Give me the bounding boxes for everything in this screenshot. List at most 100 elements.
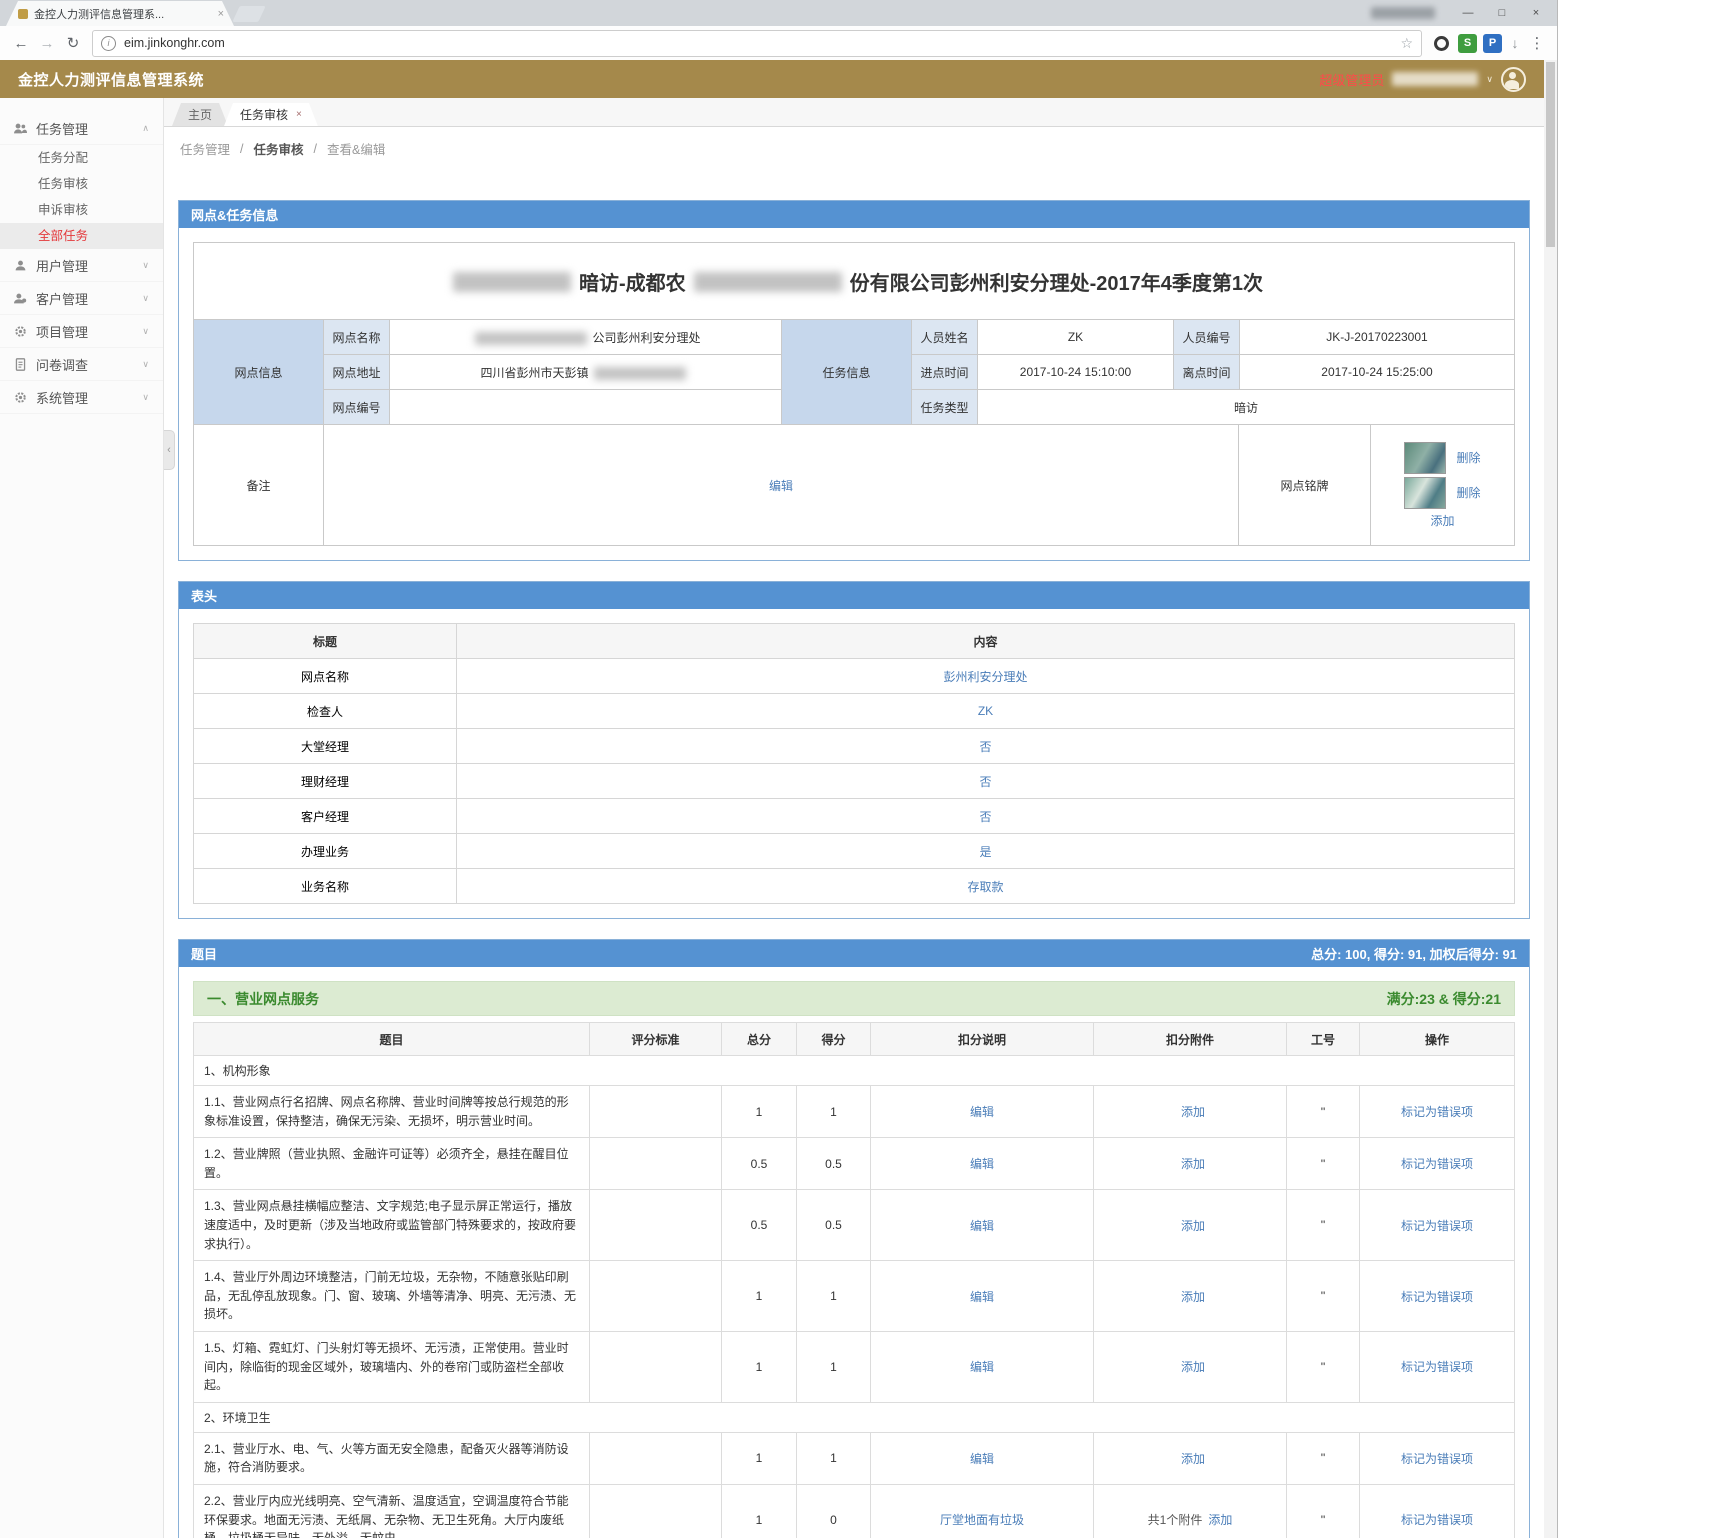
- maximize-button[interactable]: □: [1485, 0, 1519, 26]
- mark-error-link[interactable]: 标记为错误项: [1401, 1290, 1473, 1304]
- remark-edit-link[interactable]: 编辑: [769, 479, 793, 493]
- sidebar-group-task-mgmt[interactable]: 任务管理 ∧: [0, 112, 163, 145]
- time-in-value[interactable]: 2017-10-24 15:10:00: [978, 355, 1174, 390]
- site-code-value: [390, 390, 782, 425]
- page-scrollbar[interactable]: [1543, 60, 1557, 1538]
- tab-close-icon[interactable]: ×: [218, 8, 224, 20]
- edit-deduct-link[interactable]: 编辑: [970, 1290, 994, 1304]
- page-info-icon[interactable]: i: [101, 36, 116, 51]
- question-row: 1.5、灯箱、霓虹灯、门头射灯等无损坏、无污渍，正常使用。营业时间内，除临街的现…: [194, 1331, 1515, 1402]
- score-value[interactable]: 0.5: [797, 1138, 871, 1190]
- forward-button[interactable]: →: [34, 35, 60, 52]
- browser-tab[interactable]: 金控人力测评信息管理系... ×: [6, 1, 234, 26]
- score-value[interactable]: 0.5: [797, 1190, 871, 1261]
- mark-error-link[interactable]: 标记为错误项: [1401, 1360, 1473, 1374]
- score-value[interactable]: 1: [797, 1086, 871, 1138]
- task-title-tail: 份有限公司彭州利安分理处-2017年4季度第1次: [850, 273, 1263, 295]
- plate-photo[interactable]: [1404, 477, 1446, 509]
- delete-photo-link[interactable]: 删除: [1456, 484, 1480, 501]
- extension-p-icon[interactable]: P: [1483, 34, 1502, 53]
- content-area: ‹ 主页 任务审核 × 任务管理 / 任务审核 /: [164, 98, 1544, 1538]
- new-tab-button[interactable]: [232, 6, 265, 22]
- add-attach-link[interactable]: 添加: [1181, 1157, 1205, 1171]
- row-content[interactable]: 否: [457, 729, 1515, 764]
- edit-deduct-link[interactable]: 编辑: [970, 1452, 994, 1466]
- extension-s-icon[interactable]: S: [1458, 34, 1477, 53]
- task-title-mid: 暗访-成都农: [579, 273, 686, 295]
- add-photo-link[interactable]: 添加: [1430, 512, 1454, 529]
- minimize-button[interactable]: —: [1451, 0, 1485, 26]
- empno-cell[interactable]: '': [1287, 1484, 1360, 1538]
- deduct-reason-link[interactable]: 厅堂地面有垃圾: [940, 1513, 1024, 1527]
- empno-cell[interactable]: '': [1287, 1138, 1360, 1190]
- mark-error-link[interactable]: 标记为错误项: [1401, 1105, 1473, 1119]
- row-content[interactable]: 是: [457, 834, 1515, 869]
- edit-deduct-link[interactable]: 编辑: [970, 1105, 994, 1119]
- time-out-value[interactable]: 2017-10-24 15:25:00: [1240, 355, 1515, 390]
- score-value[interactable]: 1: [797, 1432, 871, 1484]
- extension-ring-icon[interactable]: [1434, 36, 1449, 51]
- user-avatar-icon[interactable]: [1501, 67, 1526, 92]
- sidebar-group-customer-mgmt[interactable]: 客户管理 ∨: [0, 282, 163, 315]
- add-attach-link[interactable]: 添加: [1208, 1513, 1232, 1527]
- browser-menu-icon[interactable]: ⋮: [1525, 34, 1549, 52]
- tab-home[interactable]: 主页: [172, 103, 228, 126]
- question-row: 1.2、营业牌照（营业执照、金融许可证等）必须齐全，悬挂在醒目位置。 0.5 0…: [194, 1138, 1515, 1190]
- panel-body: 标题 内容 网点名称彭州利安分理处 检查人ZK 大堂经理否 理财经理否 客户经理…: [179, 609, 1529, 918]
- mark-error-link[interactable]: 标记为错误项: [1401, 1219, 1473, 1233]
- empno-cell[interactable]: '': [1287, 1086, 1360, 1138]
- plate-photo[interactable]: [1404, 442, 1446, 474]
- score-value[interactable]: 1: [797, 1331, 871, 1402]
- admin-account-area[interactable]: 超级管理员 ∨: [1319, 67, 1526, 92]
- tab-close-icon[interactable]: ×: [296, 109, 302, 120]
- breadcrumb-task-mgmt[interactable]: 任务管理: [180, 139, 230, 158]
- download-icon[interactable]: ↓: [1505, 35, 1525, 51]
- empno-cell[interactable]: '': [1287, 1331, 1360, 1402]
- edit-deduct-link[interactable]: 编辑: [970, 1219, 994, 1233]
- score-value[interactable]: 1: [797, 1261, 871, 1332]
- row-content[interactable]: 否: [457, 799, 1515, 834]
- tasks-icon: [14, 122, 27, 135]
- sidebar-group-project-mgmt[interactable]: 项目管理 ∨: [0, 315, 163, 348]
- row-content[interactable]: 存取款: [457, 869, 1515, 904]
- row-content[interactable]: 彭州利安分理处: [457, 659, 1515, 694]
- sidebar-group-survey[interactable]: 问卷调查 ∨: [0, 348, 163, 381]
- add-attach-link[interactable]: 添加: [1181, 1360, 1205, 1374]
- sidebar-collapse-handle[interactable]: ‹: [164, 430, 175, 470]
- score-value[interactable]: 0: [797, 1484, 871, 1538]
- window-controls: — □ ×: [1371, 0, 1553, 26]
- empno-cell[interactable]: '': [1287, 1261, 1360, 1332]
- sidebar-group-user-mgmt[interactable]: 用户管理 ∨: [0, 249, 163, 282]
- browser-tabstrip: 金控人力测评信息管理系... × — □ ×: [0, 0, 1557, 26]
- sidebar-item-all-tasks[interactable]: 全部任务: [0, 223, 163, 249]
- edit-deduct-link[interactable]: 编辑: [970, 1157, 994, 1171]
- sidebar-group-system-mgmt[interactable]: 系统管理 ∨: [0, 381, 163, 414]
- back-button[interactable]: ←: [8, 35, 34, 52]
- sidebar-item-task-review[interactable]: 任务审核: [0, 171, 163, 197]
- mark-error-link[interactable]: 标记为错误项: [1401, 1157, 1473, 1171]
- site-favicon-icon: [18, 9, 28, 19]
- delete-photo-link[interactable]: 删除: [1456, 449, 1480, 466]
- row-content[interactable]: ZK: [457, 694, 1515, 729]
- empno-cell[interactable]: '': [1287, 1432, 1360, 1484]
- sidebar-item-task-assign[interactable]: 任务分配: [0, 145, 163, 171]
- empno-cell[interactable]: '': [1287, 1190, 1360, 1261]
- mark-error-link[interactable]: 标记为错误项: [1401, 1452, 1473, 1466]
- sidebar-item-appeal-review[interactable]: 申诉审核: [0, 197, 163, 223]
- tab-task-review[interactable]: 任务审核 ×: [224, 103, 318, 126]
- add-attach-link[interactable]: 添加: [1181, 1290, 1205, 1304]
- add-attach-link[interactable]: 添加: [1181, 1452, 1205, 1466]
- row-content[interactable]: 否: [457, 764, 1515, 799]
- address-bar[interactable]: i eim.jinkonghr.com ☆: [92, 30, 1422, 57]
- close-button[interactable]: ×: [1519, 0, 1553, 26]
- breadcrumb-task-review[interactable]: 任务审核: [254, 139, 304, 158]
- chevron-down-icon[interactable]: ∨: [1486, 74, 1493, 85]
- scrollbar-thumb[interactable]: [1546, 62, 1555, 247]
- mark-error-link[interactable]: 标记为错误项: [1401, 1513, 1473, 1527]
- refresh-button[interactable]: ↻: [60, 34, 86, 52]
- redacted-text: [453, 272, 571, 292]
- bookmark-star-icon[interactable]: ☆: [1400, 35, 1413, 52]
- add-attach-link[interactable]: 添加: [1181, 1219, 1205, 1233]
- edit-deduct-link[interactable]: 编辑: [970, 1360, 994, 1374]
- add-attach-link[interactable]: 添加: [1181, 1105, 1205, 1119]
